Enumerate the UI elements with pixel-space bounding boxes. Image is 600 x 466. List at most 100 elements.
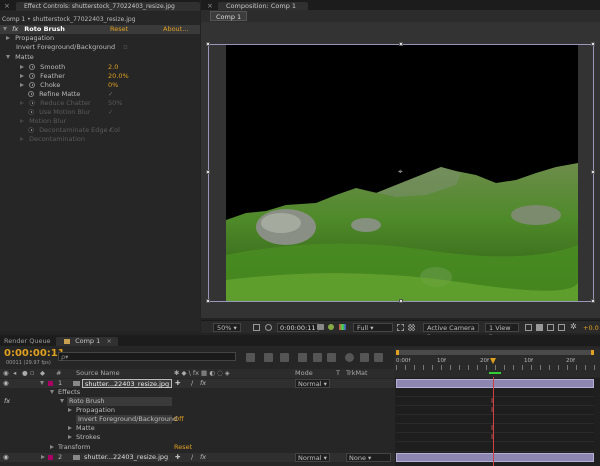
mode-header[interactable]: Mode: [295, 369, 313, 378]
choke-row[interactable]: Choke 0%: [20, 81, 190, 90]
lock-icon[interactable]: ▫: [30, 369, 34, 378]
render-queue-tab[interactable]: Render Queue: [4, 337, 51, 346]
live-update-icon[interactable]: [264, 353, 273, 362]
quality-switch-icon[interactable]: /: [191, 453, 193, 462]
invert-value-tl[interactable]: Off: [174, 415, 184, 424]
layer-bar-2[interactable]: [396, 453, 594, 462]
effect-controls-tab[interactable]: Effect Controls: shutterstock_77022403_r…: [16, 2, 200, 11]
source-name-header[interactable]: Source Name: [76, 369, 120, 378]
matte-row[interactable]: Matte: [6, 53, 34, 62]
refine-matte-checkbox[interactable]: ✓: [108, 90, 113, 99]
flowchart-icon[interactable]: [558, 324, 565, 331]
work-area-bar[interactable]: [396, 350, 594, 355]
fx-switch-icon[interactable]: fx: [200, 379, 206, 388]
solo-icon[interactable]: ●: [22, 369, 28, 378]
frame-blending-icon[interactable]: [313, 353, 322, 362]
mode-dropdown[interactable]: Normal ▾: [295, 379, 330, 388]
anchor-switch-icon[interactable]: ✚: [175, 453, 180, 462]
fx-icon[interactable]: fx: [12, 25, 18, 33]
anchor-point-icon[interactable]: ⌖: [398, 168, 403, 176]
layer-expand-icon[interactable]: [40, 381, 44, 385]
camera-dropdown[interactable]: Active Camera ▾: [423, 323, 479, 340]
comp-subtab[interactable]: Comp 1: [210, 11, 248, 21]
layer-label-color[interactable]: [48, 455, 53, 460]
anchor-switch-icon[interactable]: ✚: [175, 379, 180, 388]
label-icon[interactable]: ◆: [40, 369, 45, 378]
search-input[interactable]: ρ▾: [58, 352, 236, 361]
expand-chevron-icon[interactable]: [68, 435, 72, 439]
effects-row[interactable]: Effects: [0, 388, 395, 397]
propagation-row-tl[interactable]: Propagation: [0, 406, 395, 415]
transform-handle[interactable]: [399, 299, 403, 303]
channel-icon[interactable]: [339, 324, 346, 330]
comp-mini-flowchart-icon[interactable]: [246, 353, 255, 362]
feather-row[interactable]: Feather 20.0%: [20, 72, 190, 81]
fast-previews-icon[interactable]: [536, 324, 543, 331]
expand-chevron-icon[interactable]: [20, 74, 24, 78]
effect-about-button[interactable]: About...: [163, 25, 188, 34]
graph-editor-icon[interactable]: [345, 353, 354, 362]
transform-handle[interactable]: [206, 299, 210, 303]
mask-icon[interactable]: [265, 324, 272, 331]
auto-keyframe-icon[interactable]: [374, 353, 383, 362]
layer-expand-icon[interactable]: [41, 455, 45, 459]
stopwatch-icon[interactable]: [29, 82, 36, 88]
roto-brush-row[interactable]: fx Roto Brush: [0, 397, 395, 406]
effect-header-row[interactable]: fx Roto Brush Reset About...: [0, 25, 200, 34]
expand-chevron-icon[interactable]: [6, 36, 10, 40]
trkmat-header[interactable]: TrkMat: [346, 369, 368, 378]
time-ruler[interactable]: 0:00f 10f 20f 10f 20f: [394, 348, 600, 377]
matte-row-tl[interactable]: Matte: [0, 424, 395, 433]
t-header[interactable]: T: [336, 369, 340, 378]
snapshot-icon[interactable]: [317, 324, 324, 330]
timeline-icon[interactable]: [547, 324, 554, 331]
timeline-comp-tab[interactable]: Comp 1 ×: [56, 337, 118, 346]
brainstorm-icon[interactable]: [360, 353, 369, 362]
mode-dropdown[interactable]: Normal ▾: [295, 453, 330, 462]
video-eye-icon[interactable]: ◉: [3, 369, 9, 378]
choke-value[interactable]: 0%: [108, 81, 118, 90]
layer-visibility-icon[interactable]: ◉: [3, 379, 9, 388]
refine-matte-row[interactable]: Refine Matte ✓: [28, 90, 188, 99]
grid-icon[interactable]: [253, 324, 260, 331]
panel-close-icon[interactable]: ×: [207, 3, 213, 10]
quality-switch-icon[interactable]: /: [191, 379, 193, 388]
exposure-icon[interactable]: ✲: [570, 323, 577, 331]
composition-viewer[interactable]: ⌖: [201, 22, 600, 318]
toggle-pixel-icon[interactable]: [525, 324, 532, 331]
transform-handle[interactable]: [591, 42, 595, 46]
stopwatch-icon[interactable]: [29, 64, 36, 70]
feather-value[interactable]: 20.0%: [108, 72, 129, 81]
roi-icon[interactable]: [397, 324, 404, 331]
draft-3d-icon[interactable]: [280, 353, 289, 362]
playhead-line[interactable]: [493, 377, 494, 466]
expand-chevron-icon[interactable]: [68, 426, 72, 430]
expand-chevron-icon[interactable]: [6, 55, 10, 59]
transform-reset-button[interactable]: Reset: [174, 443, 192, 452]
transparency-grid-icon[interactable]: [408, 324, 415, 331]
fx-switch-icon[interactable]: fx: [200, 453, 206, 462]
motion-blur-icon[interactable]: [327, 353, 336, 362]
expand-chevron-icon[interactable]: [3, 27, 7, 31]
magnification-dropdown[interactable]: 50% ▾: [213, 323, 241, 332]
expand-chevron-icon[interactable]: [60, 399, 64, 403]
layer-name[interactable]: shutter...22403_resize.jpg: [82, 379, 173, 388]
layer-visibility-icon[interactable]: ◉: [3, 453, 9, 462]
comp-timecode[interactable]: 0:00:00:11: [277, 323, 319, 332]
layer-name[interactable]: shutter...22403_resize.jpg: [84, 453, 168, 462]
show-snapshot-icon[interactable]: [328, 324, 334, 330]
expand-chevron-icon[interactable]: [20, 65, 24, 69]
expand-chevron-icon[interactable]: [50, 445, 54, 449]
transform-handle[interactable]: [399, 42, 403, 46]
fx-icon[interactable]: fx: [4, 397, 10, 406]
invert-row-tl[interactable]: Invert Foreground/Background Off: [0, 415, 395, 424]
transform-handle[interactable]: [206, 170, 210, 174]
layer-row-2[interactable]: ◉ 2 shutter...22403_resize.jpg ✚ / fx No…: [0, 453, 395, 462]
layer-row-1[interactable]: ◉ 1 shutter...22403_resize.jpg ✚ / fx No…: [0, 379, 395, 388]
expand-chevron-icon[interactable]: [50, 390, 54, 394]
close-icon[interactable]: ×: [106, 337, 111, 346]
playhead-icon[interactable]: [490, 358, 496, 364]
smooth-value[interactable]: 2.0: [108, 63, 118, 72]
trkmat-dropdown[interactable]: None ▾: [346, 453, 391, 462]
expand-chevron-icon[interactable]: [68, 408, 72, 412]
